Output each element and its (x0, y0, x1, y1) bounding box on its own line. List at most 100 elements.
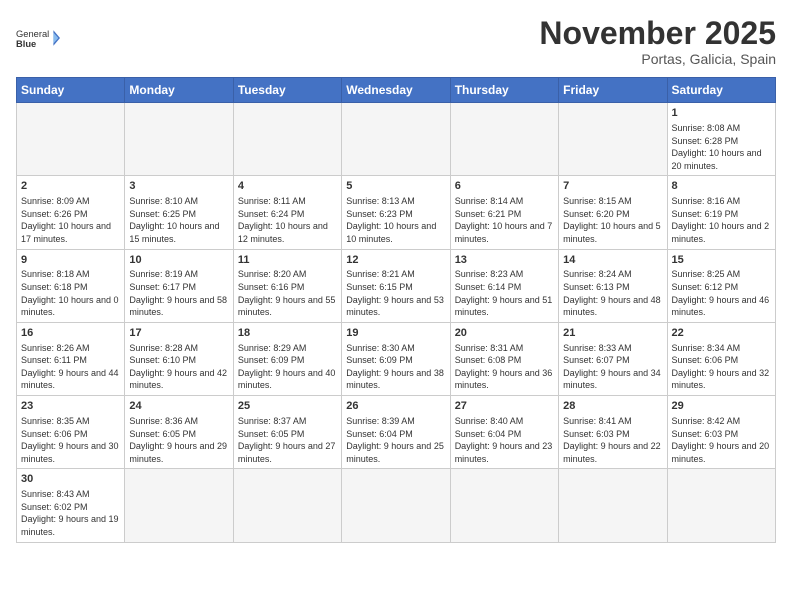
col-saturday: Saturday (667, 78, 775, 103)
calendar-week-row: 1Sunrise: 8:08 AM Sunset: 6:28 PM Daylig… (17, 103, 776, 176)
table-row (450, 469, 558, 542)
day-number: 15 (672, 253, 771, 268)
day-number: 11 (238, 253, 337, 268)
table-row (233, 103, 341, 176)
day-number: 4 (238, 179, 337, 194)
logo: General Blue (16, 16, 60, 60)
day-info: Sunrise: 8:31 AM Sunset: 6:08 PM Dayligh… (455, 342, 554, 392)
day-number: 25 (238, 399, 337, 414)
day-number: 22 (672, 326, 771, 341)
col-friday: Friday (559, 78, 667, 103)
day-number: 30 (21, 472, 120, 487)
table-row: 17Sunrise: 8:28 AM Sunset: 6:10 PM Dayli… (125, 322, 233, 395)
day-info: Sunrise: 8:41 AM Sunset: 6:03 PM Dayligh… (563, 415, 662, 465)
day-number: 7 (563, 179, 662, 194)
day-info: Sunrise: 8:26 AM Sunset: 6:11 PM Dayligh… (21, 342, 120, 392)
table-row: 5Sunrise: 8:13 AM Sunset: 6:23 PM Daylig… (342, 176, 450, 249)
day-number: 3 (129, 179, 228, 194)
table-row: 24Sunrise: 8:36 AM Sunset: 6:05 PM Dayli… (125, 396, 233, 469)
calendar-table: Sunday Monday Tuesday Wednesday Thursday… (16, 77, 776, 542)
day-number: 14 (563, 253, 662, 268)
day-number: 2 (21, 179, 120, 194)
day-info: Sunrise: 8:40 AM Sunset: 6:04 PM Dayligh… (455, 415, 554, 465)
table-row: 12Sunrise: 8:21 AM Sunset: 6:15 PM Dayli… (342, 249, 450, 322)
table-row: 21Sunrise: 8:33 AM Sunset: 6:07 PM Dayli… (559, 322, 667, 395)
day-number: 24 (129, 399, 228, 414)
day-number: 26 (346, 399, 445, 414)
calendar-header-row: Sunday Monday Tuesday Wednesday Thursday… (17, 78, 776, 103)
day-info: Sunrise: 8:39 AM Sunset: 6:04 PM Dayligh… (346, 415, 445, 465)
day-info: Sunrise: 8:28 AM Sunset: 6:10 PM Dayligh… (129, 342, 228, 392)
location-subtitle: Portas, Galicia, Spain (539, 51, 776, 67)
table-row (233, 469, 341, 542)
table-row: 6Sunrise: 8:14 AM Sunset: 6:21 PM Daylig… (450, 176, 558, 249)
day-number: 13 (455, 253, 554, 268)
table-row: 30Sunrise: 8:43 AM Sunset: 6:02 PM Dayli… (17, 469, 125, 542)
table-row (450, 103, 558, 176)
table-row (559, 469, 667, 542)
day-info: Sunrise: 8:35 AM Sunset: 6:06 PM Dayligh… (21, 415, 120, 465)
table-row (17, 103, 125, 176)
table-row: 7Sunrise: 8:15 AM Sunset: 6:20 PM Daylig… (559, 176, 667, 249)
day-info: Sunrise: 8:36 AM Sunset: 6:05 PM Dayligh… (129, 415, 228, 465)
day-info: Sunrise: 8:25 AM Sunset: 6:12 PM Dayligh… (672, 268, 771, 318)
month-title: November 2025 (539, 16, 776, 51)
day-number: 16 (21, 326, 120, 341)
table-row: 3Sunrise: 8:10 AM Sunset: 6:25 PM Daylig… (125, 176, 233, 249)
table-row: 26Sunrise: 8:39 AM Sunset: 6:04 PM Dayli… (342, 396, 450, 469)
day-number: 6 (455, 179, 554, 194)
day-info: Sunrise: 8:33 AM Sunset: 6:07 PM Dayligh… (563, 342, 662, 392)
day-info: Sunrise: 8:42 AM Sunset: 6:03 PM Dayligh… (672, 415, 771, 465)
table-row: 22Sunrise: 8:34 AM Sunset: 6:06 PM Dayli… (667, 322, 775, 395)
day-number: 23 (21, 399, 120, 414)
table-row: 8Sunrise: 8:16 AM Sunset: 6:19 PM Daylig… (667, 176, 775, 249)
day-info: Sunrise: 8:21 AM Sunset: 6:15 PM Dayligh… (346, 268, 445, 318)
table-row: 20Sunrise: 8:31 AM Sunset: 6:08 PM Dayli… (450, 322, 558, 395)
day-info: Sunrise: 8:10 AM Sunset: 6:25 PM Dayligh… (129, 195, 228, 245)
day-number: 9 (21, 253, 120, 268)
table-row: 14Sunrise: 8:24 AM Sunset: 6:13 PM Dayli… (559, 249, 667, 322)
table-row (559, 103, 667, 176)
day-info: Sunrise: 8:20 AM Sunset: 6:16 PM Dayligh… (238, 268, 337, 318)
table-row: 2Sunrise: 8:09 AM Sunset: 6:26 PM Daylig… (17, 176, 125, 249)
day-info: Sunrise: 8:24 AM Sunset: 6:13 PM Dayligh… (563, 268, 662, 318)
day-number: 8 (672, 179, 771, 194)
table-row: 27Sunrise: 8:40 AM Sunset: 6:04 PM Dayli… (450, 396, 558, 469)
calendar-week-row: 23Sunrise: 8:35 AM Sunset: 6:06 PM Dayli… (17, 396, 776, 469)
table-row (342, 469, 450, 542)
table-row (342, 103, 450, 176)
col-thursday: Thursday (450, 78, 558, 103)
table-row: 10Sunrise: 8:19 AM Sunset: 6:17 PM Dayli… (125, 249, 233, 322)
calendar-week-row: 30Sunrise: 8:43 AM Sunset: 6:02 PM Dayli… (17, 469, 776, 542)
day-info: Sunrise: 8:18 AM Sunset: 6:18 PM Dayligh… (21, 268, 120, 318)
svg-text:General: General (16, 29, 49, 39)
col-monday: Monday (125, 78, 233, 103)
day-info: Sunrise: 8:34 AM Sunset: 6:06 PM Dayligh… (672, 342, 771, 392)
table-row: 13Sunrise: 8:23 AM Sunset: 6:14 PM Dayli… (450, 249, 558, 322)
day-info: Sunrise: 8:09 AM Sunset: 6:26 PM Dayligh… (21, 195, 120, 245)
table-row: 28Sunrise: 8:41 AM Sunset: 6:03 PM Dayli… (559, 396, 667, 469)
day-number: 17 (129, 326, 228, 341)
day-info: Sunrise: 8:14 AM Sunset: 6:21 PM Dayligh… (455, 195, 554, 245)
day-number: 19 (346, 326, 445, 341)
logo-svg: General Blue (16, 16, 60, 60)
calendar-week-row: 16Sunrise: 8:26 AM Sunset: 6:11 PM Dayli… (17, 322, 776, 395)
table-row: 11Sunrise: 8:20 AM Sunset: 6:16 PM Dayli… (233, 249, 341, 322)
table-row: 15Sunrise: 8:25 AM Sunset: 6:12 PM Dayli… (667, 249, 775, 322)
table-row: 29Sunrise: 8:42 AM Sunset: 6:03 PM Dayli… (667, 396, 775, 469)
day-number: 20 (455, 326, 554, 341)
day-info: Sunrise: 8:16 AM Sunset: 6:19 PM Dayligh… (672, 195, 771, 245)
calendar-week-row: 2Sunrise: 8:09 AM Sunset: 6:26 PM Daylig… (17, 176, 776, 249)
table-row: 4Sunrise: 8:11 AM Sunset: 6:24 PM Daylig… (233, 176, 341, 249)
table-row (125, 469, 233, 542)
day-number: 10 (129, 253, 228, 268)
page-header: General Blue November 2025 Portas, Galic… (16, 16, 776, 67)
table-row: 16Sunrise: 8:26 AM Sunset: 6:11 PM Dayli… (17, 322, 125, 395)
day-number: 1 (672, 106, 771, 121)
col-wednesday: Wednesday (342, 78, 450, 103)
day-info: Sunrise: 8:13 AM Sunset: 6:23 PM Dayligh… (346, 195, 445, 245)
calendar-week-row: 9Sunrise: 8:18 AM Sunset: 6:18 PM Daylig… (17, 249, 776, 322)
day-info: Sunrise: 8:30 AM Sunset: 6:09 PM Dayligh… (346, 342, 445, 392)
day-number: 18 (238, 326, 337, 341)
day-number: 27 (455, 399, 554, 414)
